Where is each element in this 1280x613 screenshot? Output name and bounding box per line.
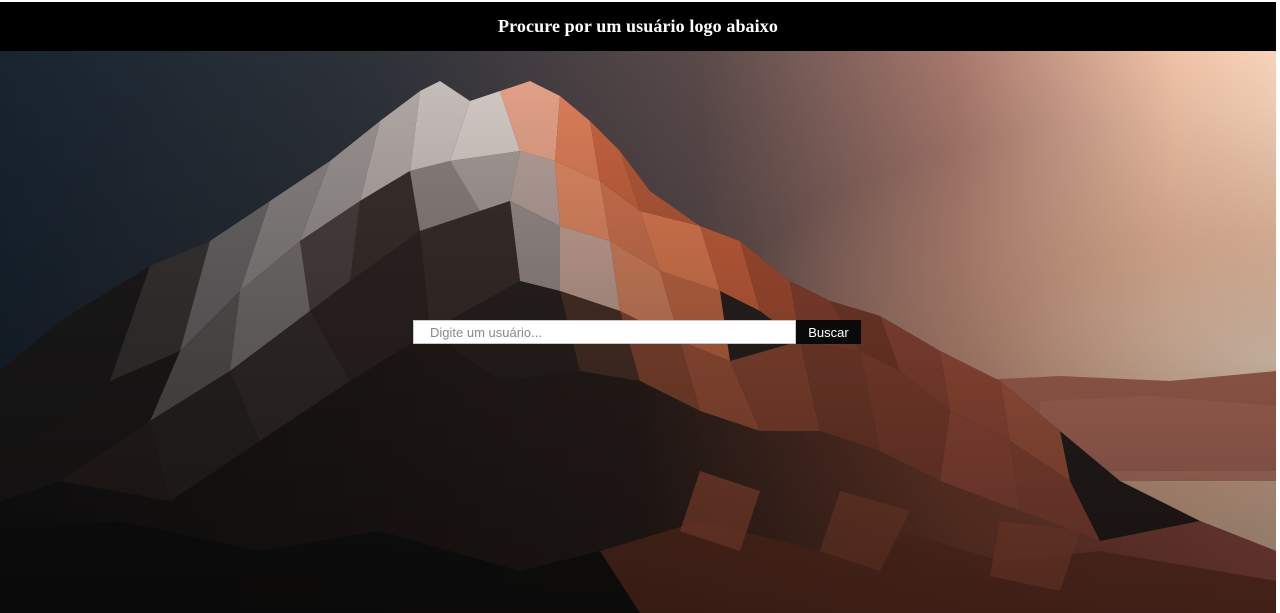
search-input[interactable] bbox=[413, 320, 796, 344]
page-title: Procure por um usuário logo abaixo bbox=[498, 16, 778, 36]
search-form: Buscar bbox=[413, 320, 861, 344]
header-bar: Procure por um usuário logo abaixo bbox=[0, 2, 1276, 51]
page: Procure por um usuário logo abaixo Digit… bbox=[0, 0, 1280, 613]
search-button[interactable]: Buscar bbox=[796, 320, 861, 344]
